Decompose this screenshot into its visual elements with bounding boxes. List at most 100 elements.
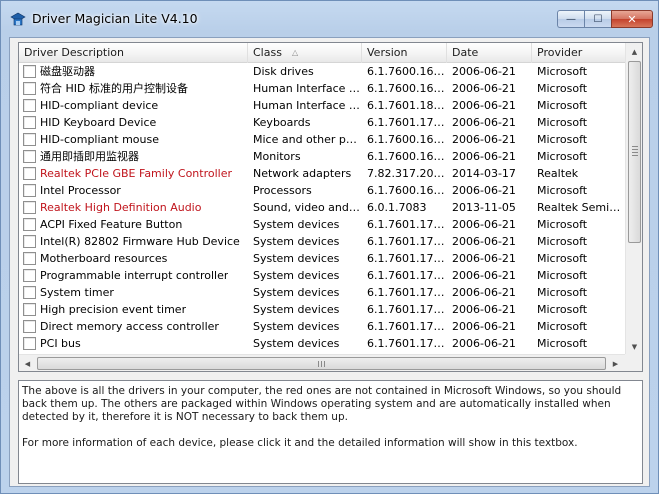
cell-class: Human Interface D...	[253, 82, 362, 95]
grip-line	[632, 155, 638, 156]
table-row[interactable]: Realtek PCIe GBE Family Controller Networ…	[19, 165, 626, 182]
row-checkbox[interactable]	[23, 116, 36, 129]
cell-class: Monitors	[253, 150, 301, 163]
cell-date: 2006-06-21	[452, 184, 516, 197]
table-row[interactable]: Realtek High Definition Audio Sound, vide…	[19, 199, 626, 216]
title-bar[interactable]: Driver Magician Lite V4.10 — ☐ ✕	[1, 1, 658, 37]
caption-buttons: — ☐ ✕	[557, 10, 653, 28]
cell-class: System devices	[253, 235, 340, 248]
cell-class: System devices	[253, 337, 340, 350]
driver-name: Direct memory access controller	[40, 320, 219, 333]
cell-class: Mice and other poi...	[253, 133, 362, 146]
cell-date: 2006-06-21	[452, 320, 516, 333]
table-row[interactable]: Intel(R) 82802 Firmware Hub Device System…	[19, 233, 626, 250]
cell-date: 2006-06-21	[452, 218, 516, 231]
vertical-scroll-thumb[interactable]	[628, 61, 641, 243]
cell-date: 2006-06-21	[452, 337, 516, 350]
close-button[interactable]: ✕	[611, 10, 653, 28]
table-row[interactable]: 磁盘驱动器 Disk drives 6.1.7600.163... 2006-06-2…	[19, 63, 626, 80]
row-checkbox[interactable]	[23, 269, 36, 282]
vertical-scrollbar[interactable]: ▲ ▼	[625, 43, 642, 355]
cell-class: Human Interface D...	[253, 99, 362, 112]
driver-list[interactable]: Driver Description Class △ Version Date …	[18, 42, 643, 372]
cell-provider: Microsoft	[537, 150, 588, 163]
table-row[interactable]: System timer System devices 6.1.7601.175..…	[19, 284, 626, 301]
driver-name: Intel(R) 82802 Firmware Hub Device	[40, 235, 240, 248]
driver-name: HID-compliant device	[40, 99, 159, 112]
row-checkbox[interactable]	[23, 184, 36, 197]
info-paragraph: For more information of each device, ple…	[22, 437, 578, 449]
cell-date: 2006-06-21	[452, 133, 516, 146]
grip-line	[632, 152, 638, 153]
cell-description: Direct memory access controller	[19, 318, 248, 335]
row-checkbox[interactable]	[23, 167, 36, 180]
cell-date: 2006-06-21	[452, 269, 516, 282]
column-header-description[interactable]: Driver Description	[19, 43, 248, 63]
table-row[interactable]: PCI bus System devices 6.1.7601.175... 2006…	[19, 335, 626, 352]
cell-description: HID-compliant mouse	[19, 131, 248, 148]
grip-line	[632, 146, 638, 147]
row-checkbox[interactable]	[23, 303, 36, 316]
row-checkbox[interactable]	[23, 99, 36, 112]
table-row[interactable]: HID-compliant mouse Mice and other poi...…	[19, 131, 626, 148]
maximize-button[interactable]: ☐	[584, 10, 611, 28]
row-checkbox[interactable]	[23, 150, 36, 163]
row-checkbox[interactable]	[23, 82, 36, 95]
row-checkbox[interactable]	[23, 201, 36, 214]
column-header-class[interactable]: Class △	[248, 43, 362, 63]
scroll-down-icon[interactable]: ▼	[626, 338, 642, 355]
row-checkbox[interactable]	[23, 218, 36, 231]
driver-name: 磁盘驱动器	[40, 65, 95, 78]
cell-version: 6.1.7601.175...	[367, 303, 447, 316]
row-checkbox[interactable]	[23, 252, 36, 265]
row-checkbox[interactable]	[23, 65, 36, 78]
table-row[interactable]: ACPI Fixed Feature Button System devices 6…	[19, 216, 626, 233]
minimize-button[interactable]: —	[557, 10, 584, 28]
row-checkbox[interactable]	[23, 133, 36, 146]
cell-class: Disk drives	[253, 65, 314, 78]
cell-date: 2006-06-21	[452, 286, 516, 299]
driver-name: Motherboard resources	[40, 252, 168, 265]
column-header-version[interactable]: Version	[362, 43, 447, 63]
cell-provider: Microsoft	[537, 320, 588, 333]
table-row[interactable]: 通用即插即用监视器 Monitors 6.1.7600.163... 2006-06-…	[19, 148, 626, 165]
table-row[interactable]: Programmable interrupt controller System …	[19, 267, 626, 284]
row-checkbox[interactable]	[23, 235, 36, 248]
cell-description: 通用即插即用监视器	[19, 148, 248, 165]
row-checkbox[interactable]	[23, 337, 36, 350]
column-header-date[interactable]: Date	[447, 43, 532, 63]
table-row[interactable]: 符合 HID 标准的用户控制设备 Human Interface D... 6.1.…	[19, 80, 626, 97]
cell-description: 磁盘驱动器	[19, 63, 248, 80]
scroll-up-icon[interactable]: ▲	[626, 43, 642, 60]
cell-description: HID Keyboard Device	[19, 114, 248, 131]
horizontal-scrollbar[interactable]: ◀ ▶	[19, 354, 642, 371]
cell-class: System devices	[253, 286, 340, 299]
table-row[interactable]: HID-compliant device Human Interface D...…	[19, 97, 626, 114]
driver-name: HID-compliant mouse	[40, 133, 159, 146]
row-checkbox[interactable]	[23, 286, 36, 299]
cell-description: High precision event timer	[19, 301, 248, 318]
info-textbox[interactable]: The above is all the drivers in your com…	[18, 380, 643, 484]
horizontal-scroll-thumb[interactable]	[37, 357, 606, 370]
cell-description: PCI bus	[19, 335, 248, 352]
table-row[interactable]: Motherboard resources System devices 6.1.7…	[19, 250, 626, 267]
table-row[interactable]: Intel Processor Processors 6.1.7600.163...…	[19, 182, 626, 199]
driver-name: HID Keyboard Device	[40, 116, 157, 129]
scroll-left-icon[interactable]: ◀	[19, 355, 36, 371]
cell-description: Realtek PCIe GBE Family Controller	[19, 165, 248, 182]
scrollbar-corner	[625, 354, 642, 371]
cell-version: 6.1.7601.175...	[367, 337, 447, 350]
row-checkbox[interactable]	[23, 320, 36, 333]
cell-version: 6.1.7600.163...	[367, 65, 447, 78]
cell-class: System devices	[253, 218, 340, 231]
table-row[interactable]: Direct memory access controller System de…	[19, 318, 626, 335]
scroll-right-icon[interactable]: ▶	[607, 355, 624, 371]
column-header-provider[interactable]: Provider	[532, 43, 626, 63]
cell-description: HID-compliant device	[19, 97, 248, 114]
table-row[interactable]: High precision event timer System devices…	[19, 301, 626, 318]
cell-version: 6.1.7600.163...	[367, 133, 447, 146]
table-row[interactable]: HID Keyboard Device Keyboards 6.1.7601.175…	[19, 114, 626, 131]
cell-description: ACPI Fixed Feature Button	[19, 216, 248, 233]
cell-version: 6.0.1.7083	[367, 201, 427, 214]
app-logo-icon	[10, 12, 26, 26]
